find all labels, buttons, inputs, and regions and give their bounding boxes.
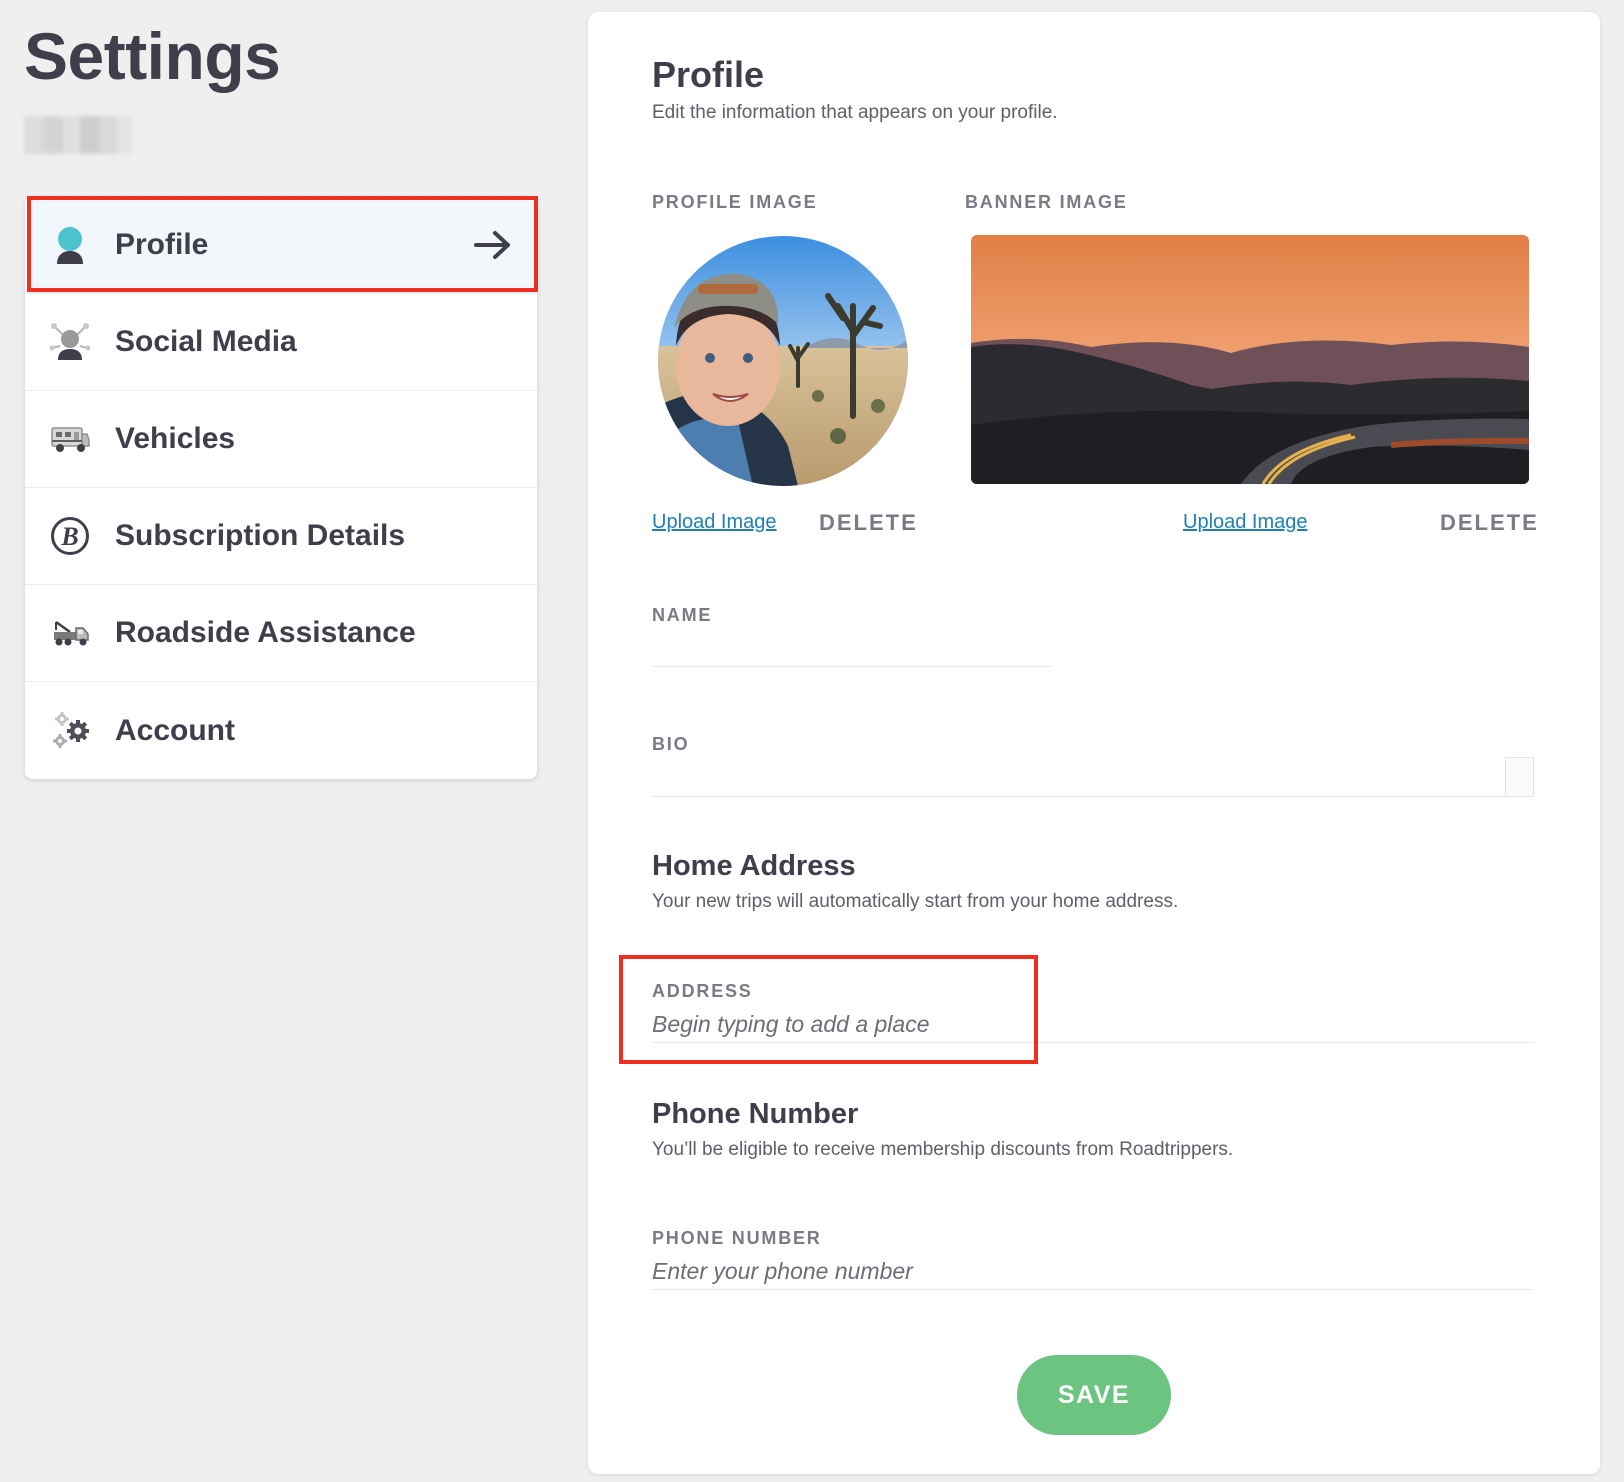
sidebar-item-subscription-details[interactable]: B Subscription Details	[25, 488, 537, 585]
gears-icon	[50, 711, 90, 751]
page-title: Settings	[24, 19, 281, 93]
sidebar-item-roadside-assistance[interactable]: Roadside Assistance	[25, 585, 537, 682]
sidebar-item-account[interactable]: Account	[25, 682, 537, 779]
sidebar-item-label: Roadside Assistance	[115, 616, 416, 649]
phone-number-label: PHONE NUMBER	[652, 1228, 822, 1248]
profile-title: Profile	[652, 54, 765, 95]
name-underline	[652, 666, 1052, 667]
social-media-icon	[50, 322, 90, 362]
profile-avatar	[658, 236, 908, 486]
upload-profile-image-link[interactable]: Upload Image	[652, 511, 777, 534]
save-button[interactable]: SAVE	[1017, 1355, 1171, 1435]
banner-image-label: BANNER IMAGE	[965, 192, 1128, 212]
sidebar-item-label: Subscription Details	[115, 519, 406, 552]
phone-number-underline	[652, 1289, 1534, 1290]
address-input[interactable]	[652, 1006, 1522, 1042]
phone-number-subtitle: You’ll be eligible to receive membership…	[652, 1139, 1234, 1160]
rv-vehicle-icon	[50, 419, 90, 459]
home-address-title: Home Address	[652, 850, 856, 882]
sidebar-item-vehicles[interactable]: Vehicles	[25, 391, 537, 488]
settings-sidebar: Profile Social Media Vehicles B Subscrip…	[25, 197, 537, 779]
address-underline	[652, 1042, 1534, 1043]
sidebar-item-label: Account	[115, 713, 235, 747]
sidebar-item-label: Social Media	[115, 325, 297, 358]
sidebar-item-social-media[interactable]: Social Media	[25, 294, 537, 391]
tow-truck-icon	[50, 613, 90, 653]
delete-profile-image-button[interactable]: DELETE	[819, 510, 918, 536]
delete-banner-image-button[interactable]: DELETE	[1440, 510, 1539, 536]
phone-number-input[interactable]	[652, 1253, 1522, 1289]
name-label: NAME	[652, 605, 713, 625]
bio-resize-handle[interactable]	[1505, 757, 1534, 797]
bio-label: BIO	[652, 734, 690, 754]
svg-text:B: B	[60, 522, 78, 551]
profile-icon	[50, 225, 90, 265]
bio-textarea[interactable]	[652, 757, 1502, 795]
upload-banner-image-link[interactable]: Upload Image	[1183, 511, 1308, 534]
address-label: ADDRESS	[652, 981, 753, 1001]
sidebar-item-label: Vehicles	[115, 422, 236, 455]
arrow-right-icon	[474, 231, 510, 259]
blurred-username	[24, 116, 132, 154]
roadtrippers-b-icon: B	[50, 516, 90, 556]
home-address-subtitle: Your new trips will automatically start …	[652, 891, 1179, 912]
profile-subtitle: Edit the information that appears on you…	[652, 102, 1058, 123]
profile-image-label: PROFILE IMAGE	[652, 192, 818, 212]
name-input[interactable]	[652, 628, 1052, 664]
banner-image	[971, 235, 1529, 484]
phone-number-title: Phone Number	[652, 1098, 859, 1130]
bio-underline	[652, 796, 1534, 797]
sidebar-item-profile[interactable]: Profile	[25, 197, 537, 294]
sidebar-item-label: Profile	[115, 228, 209, 261]
